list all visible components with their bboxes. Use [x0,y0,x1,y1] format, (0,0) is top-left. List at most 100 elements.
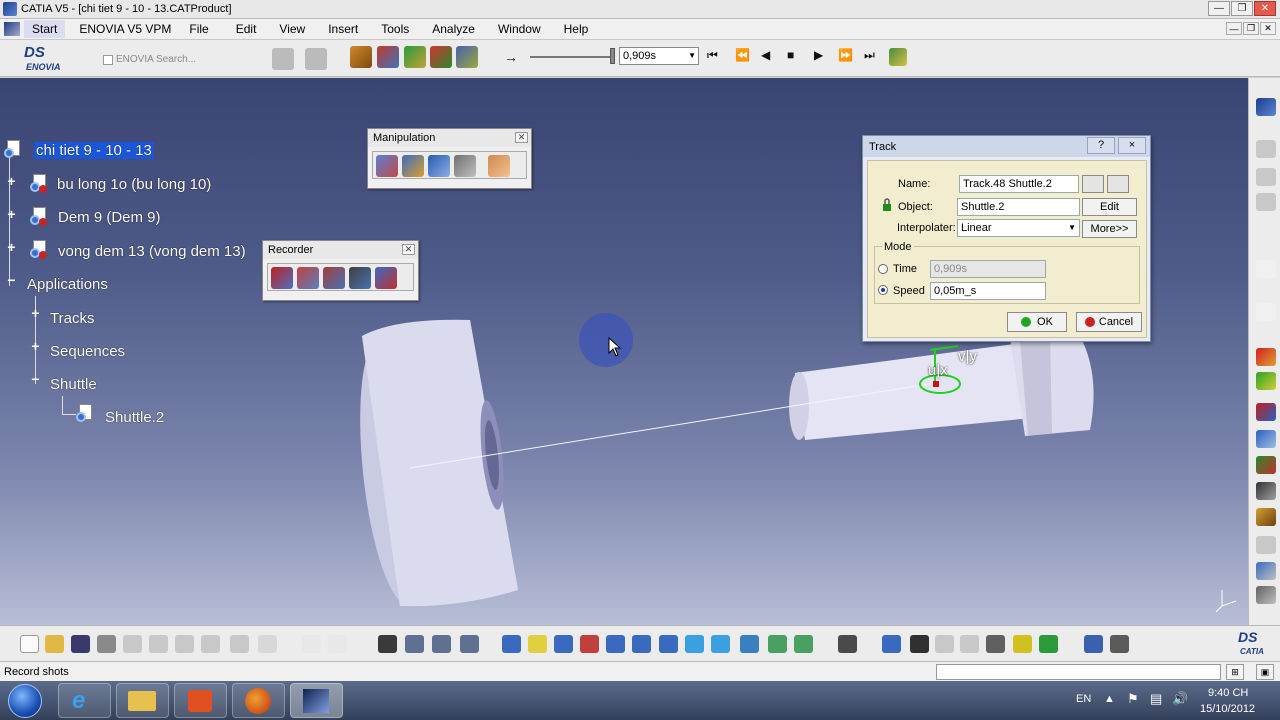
formula-icon[interactable] [302,635,321,653]
tree-node-sequences[interactable]: Sequences [50,343,125,360]
play-backward-icon[interactable]: ◀ [761,48,770,62]
edit-button[interactable]: Edit [1082,198,1137,216]
tree-node-vong-dem[interactable]: vong dem 13 (vong dem 13) [58,243,246,260]
catalog-browser-icon[interactable] [1256,508,1276,526]
paste-icon[interactable] [175,635,194,653]
ok-button[interactable]: OK [1007,312,1067,332]
camera-icon[interactable] [838,635,857,653]
fit-all-icon[interactable] [460,635,479,653]
fit-all-in-icon[interactable] [528,635,547,653]
multi-view-icon[interactable] [685,635,704,653]
network-icon[interactable]: ▤ [1150,691,1162,707]
speed-field[interactable]: 0,05m_s [930,282,1046,300]
render-icon[interactable] [1110,635,1129,653]
iso-view-icon[interactable] [711,635,730,653]
select-arrow-icon[interactable] [1256,260,1276,278]
time-slider-thumb[interactable] [610,48,615,64]
clock-date[interactable]: 15/10/2012 [1200,703,1255,715]
zoom-out-icon[interactable] [632,635,651,653]
menu-file[interactable]: File [180,22,217,36]
tree-expand-icon[interactable] [405,635,424,653]
mechanism-icon[interactable] [430,46,452,68]
close-button[interactable]: ✕ [1254,1,1276,16]
table-icon[interactable] [378,635,397,653]
play-forward-icon[interactable]: ▶ [814,48,823,62]
select-filter-icon[interactable] [1256,303,1276,321]
volume-icon[interactable]: 🔊 [1172,691,1188,707]
catalog-icon[interactable] [272,48,294,70]
cancel-button[interactable]: Cancel [1076,312,1142,332]
expand-icon[interactable]: + [30,306,41,320]
record-loop-icon[interactable] [349,267,371,289]
simulation-icon[interactable] [456,46,478,68]
time-combo[interactable]: 0,909s ▼ [619,47,699,65]
magnifier-icon[interactable] [935,635,954,653]
time-slider-track[interactable] [530,56,610,58]
zoom-in-icon[interactable] [606,635,625,653]
normal-view-icon[interactable] [659,635,678,653]
search-icon[interactable] [960,635,979,653]
tree-node-shuttle[interactable]: Shuttle [50,376,97,393]
hide-show-icon[interactable] [768,635,787,653]
swap-space-icon[interactable] [794,635,813,653]
apply-material-icon[interactable] [1084,635,1103,653]
menu-analyze[interactable]: Analyze [418,22,484,36]
doc-restore-button[interactable]: ❐ [1243,22,1259,35]
speed-radio[interactable] [878,285,888,295]
snap-icon[interactable] [454,155,476,177]
expand-icon[interactable]: + [6,174,17,188]
distance-icon[interactable] [1256,403,1276,421]
step-forward-icon[interactable]: ⏩ [838,48,853,62]
sequence-icon[interactable] [377,46,399,68]
name-option-icon[interactable] [1082,175,1104,193]
show-hidden-icons[interactable]: ▲ [1104,693,1115,705]
move-icon[interactable] [428,155,450,177]
step-back-icon[interactable]: ⏪ [735,48,750,62]
help-button[interactable]: ? [1087,137,1115,154]
swept-volume-icon[interactable] [1256,562,1276,580]
menu-insert[interactable]: Insert [314,22,367,36]
constraint-icon[interactable] [1256,168,1276,186]
clash-icon[interactable] [1256,193,1276,211]
explode-icon[interactable] [1256,456,1276,474]
doc-close-button[interactable]: ✕ [1260,22,1276,35]
trace-icon[interactable] [1256,586,1276,604]
power-input[interactable] [936,664,1221,680]
generate-icon[interactable] [1256,536,1276,554]
stop-icon[interactable]: ■ [787,48,794,62]
print-icon[interactable] [97,635,116,653]
collapse-icon[interactable]: − [6,273,17,287]
status-button-2[interactable]: ▣ [1256,664,1274,680]
fly-icon[interactable] [502,635,521,653]
redo-icon[interactable] [230,635,249,653]
recorder-title[interactable]: Recorder [263,241,418,259]
dialog-close-button[interactable]: × [1118,137,1146,154]
tree-root-label[interactable]: chi tiet 9 - 10 - 13 [34,142,154,159]
tree-node-bu-long[interactable]: bu long 1o (bu long 10) [57,176,211,193]
record-stop-icon[interactable] [323,267,345,289]
menu-view[interactable]: View [265,22,314,36]
open-folder-icon[interactable] [45,635,64,653]
expand-icon[interactable]: + [30,339,41,353]
menu-help[interactable]: Help [550,22,598,36]
scan-icon[interactable] [986,635,1005,653]
minimize-button[interactable]: — [1208,1,1230,16]
recorder-close-icon[interactable]: ✕ [402,244,415,255]
time-radio[interactable] [878,264,888,274]
video-icon[interactable] [889,48,907,66]
tree-node-applications[interactable]: Applications [27,276,108,293]
save-icon[interactable] [71,635,90,653]
expand-icon[interactable]: + [6,207,17,221]
flag-icon[interactable]: ⚑ [1127,691,1139,707]
product-structure-icon[interactable] [432,635,451,653]
record-icon[interactable] [271,267,293,289]
enovia-search[interactable]: ENOVIA Search... [103,54,196,65]
restore-button[interactable]: ❐ [1231,1,1253,16]
comment-icon[interactable] [328,635,347,653]
undo-icon[interactable] [201,635,220,653]
tree-node-tracks[interactable]: Tracks [50,310,94,327]
measure-icon[interactable] [1256,348,1276,366]
menu-enovia[interactable]: ENOVIA V5 VPM [65,22,180,36]
reset-compass-icon[interactable] [910,635,929,653]
doc-minimize-button[interactable]: — [1226,22,1242,35]
